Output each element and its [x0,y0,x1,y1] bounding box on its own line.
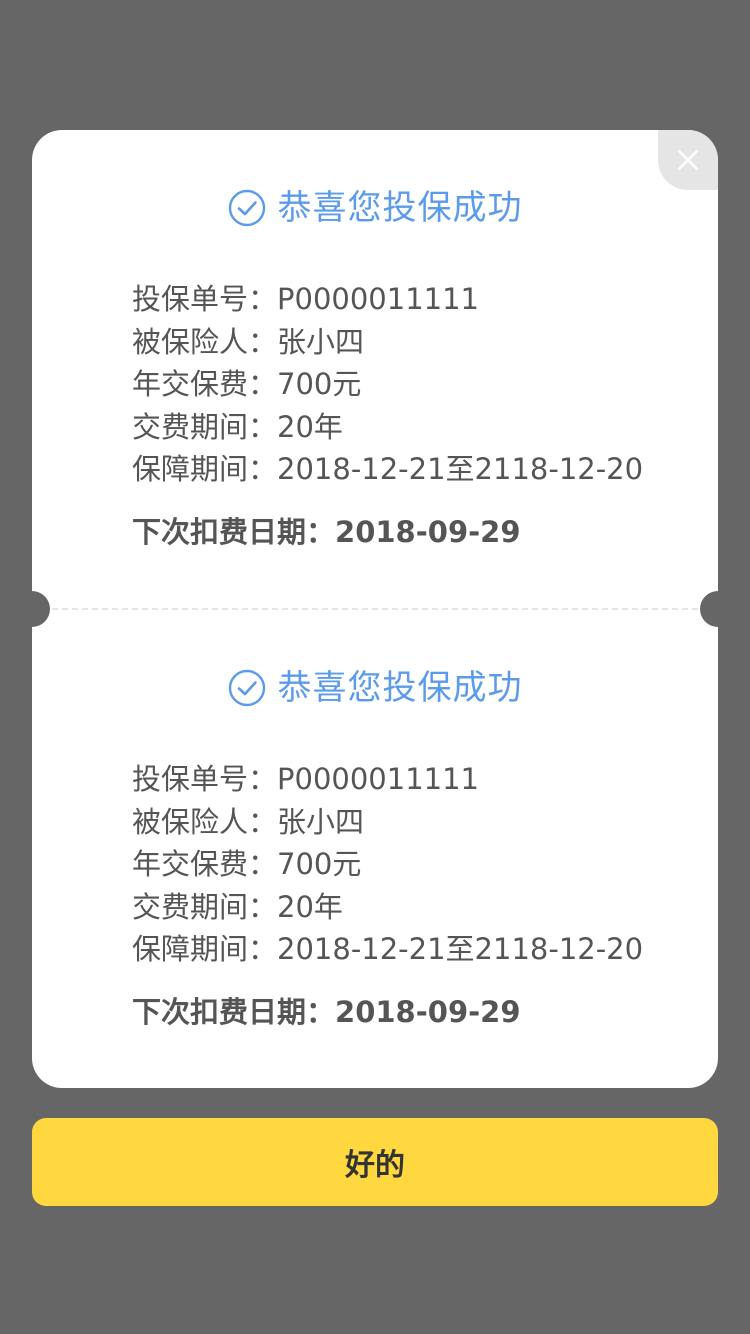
policy-card-2: 恭喜您投保成功 投保单号：P0000011111 被保险人：张小四 年交保费：7… [32,610,718,1088]
next-deduction-date: 下次扣费日期：2018-09-29 [132,991,692,1033]
coverage-period-row: 保障期间：2018-12-21至2118-12-20 [132,928,692,971]
next-deduction-label: 下次扣费日期： [132,994,336,1029]
row-value: 张小四 [277,324,365,359]
insured-row: 被保险人：张小四 [132,801,692,844]
policy-number-row: 投保单号：P0000011111 [132,758,692,801]
row-label: 交费期间： [132,409,278,444]
row-value: 张小四 [277,804,365,839]
row-value: 2018-12-21至2118-12-20 [277,932,644,966]
success-modal: 恭喜您投保成功 投保单号：P0000011111 被保险人：张小四 年交保费：7… [32,130,718,1088]
payment-period-row: 交费期间：20年 [132,406,692,449]
annual-premium-row: 年交保费：700元 [132,843,692,886]
ok-button[interactable]: 好的 [32,1118,718,1206]
row-value: 20年 [277,889,343,924]
policy-number-row: 投保单号：P0000011111 [132,278,692,321]
row-label: 交费期间： [132,889,278,924]
next-deduction-value: 2018-09-29 [335,994,521,1029]
policy-info: 投保单号：P0000011111 被保险人：张小四 年交保费：700元 交费期间… [132,278,692,553]
row-value: 700元 [277,367,362,401]
row-label: 保障期间： [132,452,278,486]
row-value: P0000011111 [277,282,480,316]
policy-card-1: 恭喜您投保成功 投保单号：P0000011111 被保险人：张小四 年交保费：7… [32,130,718,608]
row-label: 投保单号： [132,282,278,316]
row-value: 20年 [277,409,343,444]
row-label: 投保单号： [132,762,278,796]
next-deduction-date: 下次扣费日期：2018-09-29 [132,511,692,553]
success-title: 恭喜您投保成功 [277,668,523,708]
annual-premium-row: 年交保费：700元 [132,363,692,406]
check-circle-icon [228,189,265,227]
row-value: P0000011111 [277,762,480,796]
row-label: 年交保费： [132,367,278,401]
success-headline: 恭喜您投保成功 [32,188,718,228]
row-label: 保障期间： [132,932,278,966]
payment-period-row: 交费期间：20年 [132,886,692,929]
insured-row: 被保险人：张小四 [132,321,692,364]
row-label: 被保险人： [132,804,278,839]
row-value: 2018-12-21至2118-12-20 [277,452,644,486]
check-circle-icon [228,669,265,707]
policy-info: 投保单号：P0000011111 被保险人：张小四 年交保费：700元 交费期间… [132,758,692,1033]
success-headline: 恭喜您投保成功 [32,668,718,708]
coverage-period-row: 保障期间：2018-12-21至2118-12-20 [132,448,692,491]
success-title: 恭喜您投保成功 [277,188,523,228]
next-deduction-value: 2018-09-29 [335,514,521,549]
row-label: 年交保费： [132,847,278,881]
row-label: 被保险人： [132,324,278,359]
row-value: 700元 [277,847,362,881]
next-deduction-label: 下次扣费日期： [132,514,336,549]
